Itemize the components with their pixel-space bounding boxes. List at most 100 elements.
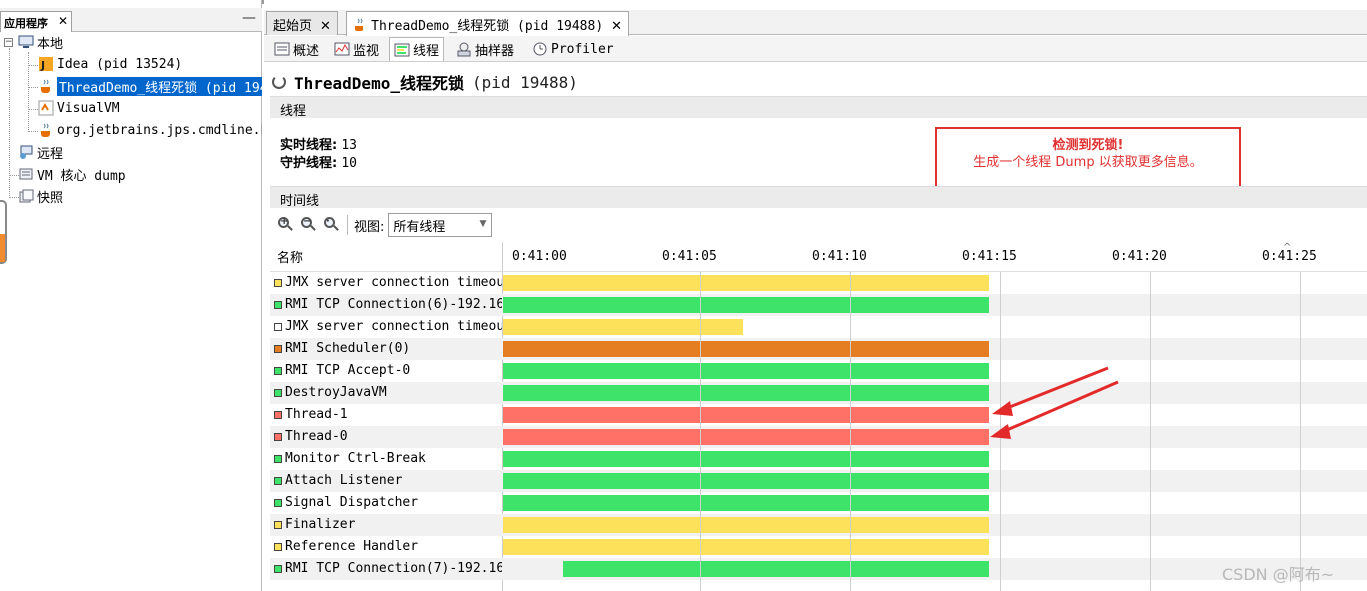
- close-icon[interactable]: ✕: [320, 19, 331, 34]
- tab-sampler[interactable]: 抽样器: [452, 37, 518, 61]
- thread-state-bar[interactable]: [503, 319, 743, 335]
- monitor-icon: [334, 41, 350, 57]
- time-gridline: [700, 272, 701, 591]
- thread-rows: JMX server connection timeout 19 RMI TCP …: [270, 272, 1367, 591]
- thread-row[interactable]: JMX server connection timeout 20: [270, 316, 1367, 338]
- thread-row[interactable]: Monitor Ctrl-Break: [270, 448, 1367, 470]
- tab-threaddemo[interactable]: ThreadDemo_线程死锁 (pid 19488) ✕: [346, 11, 630, 36]
- tree-node-remote[interactable]: 远程: [18, 142, 63, 162]
- thread-state-bar[interactable]: [503, 539, 989, 555]
- name-column-header[interactable]: 名称: [270, 242, 502, 272]
- tree-node-visualvm[interactable]: VisualVM: [38, 98, 120, 118]
- tab-threads[interactable]: 线程: [389, 37, 445, 61]
- thread-name-label: Monitor Ctrl-Break: [285, 451, 426, 466]
- view-select[interactable]: 所有线程 ▼: [388, 213, 493, 237]
- java-cup-icon: [38, 78, 54, 94]
- svg-text:J: J: [40, 59, 45, 72]
- side-dock-marker: [0, 234, 5, 262]
- thread-row[interactable]: JMX server connection timeout 19: [270, 272, 1367, 294]
- thread-state-bar[interactable]: [503, 275, 989, 291]
- time-tick-label: 0:41:10: [812, 249, 867, 264]
- thread-state-swatch: [274, 542, 282, 551]
- section-title: 时间线: [280, 194, 320, 209]
- thread-state-bar[interactable]: [503, 407, 989, 423]
- tree-node-idea[interactable]: J Idea (pid 13524): [38, 54, 182, 74]
- time-tick-label: 0:41:00: [512, 249, 567, 264]
- threads-section-header[interactable]: 线程: [270, 96, 1367, 119]
- side-dock-handle[interactable]: [0, 200, 7, 264]
- thread-row[interactable]: Thread-1: [270, 404, 1367, 426]
- minimize-icon[interactable]: —: [242, 10, 256, 26]
- thread-state-bar[interactable]: [503, 297, 989, 313]
- thread-row[interactable]: RMI TCP Accept-0: [270, 360, 1367, 382]
- thread-row[interactable]: RMI Scheduler(0): [270, 338, 1367, 360]
- deadlock-alert: 检测到死锁! 生成一个线程 Dump 以获取更多信息。: [935, 127, 1241, 191]
- thread-row[interactable]: RMI TCP Connection(7)-192.168.1.1: [270, 558, 1367, 580]
- thread-state-bar[interactable]: [503, 385, 989, 401]
- tab-start-page[interactable]: 起始页 ✕: [266, 11, 338, 35]
- thread-state-bar[interactable]: [563, 561, 989, 577]
- thread-name: JMX server connection timeout 20: [274, 319, 502, 334]
- refresh-icon: [272, 75, 286, 89]
- tree-node-jps-launcher[interactable]: org.jetbrains.jps.cmdline.Launcher: [38, 120, 262, 140]
- zoom-in-icon[interactable]: +: [276, 216, 294, 234]
- thread-state-bar[interactable]: [503, 517, 989, 533]
- tree-node-label: 本地: [37, 36, 64, 52]
- thread-row[interactable]: Signal Dispatcher: [270, 492, 1367, 514]
- time-gridline: [1300, 272, 1301, 591]
- deadlock-alert-message[interactable]: 生成一个线程 Dump 以获取更多信息。: [937, 154, 1239, 171]
- thread-name-label: Thread-1: [285, 407, 348, 422]
- intellij-icon: J: [38, 56, 54, 72]
- close-icon[interactable]: ✕: [611, 19, 622, 34]
- threads-icon: [394, 42, 410, 58]
- thread-state-bar[interactable]: [503, 495, 989, 511]
- tree-node-label: 远程: [37, 146, 64, 162]
- thread-name: Finalizer: [274, 517, 502, 532]
- thread-state-bar[interactable]: [503, 341, 989, 357]
- thread-state-swatch: [274, 366, 282, 375]
- collapse-icon[interactable]: −: [4, 38, 13, 47]
- tree-node-local[interactable]: 本地: [18, 32, 63, 52]
- tree-node-snapshots[interactable]: 快照: [18, 186, 63, 206]
- thread-name: RMI TCP Connection(6)-192.168.1.1: [274, 297, 502, 312]
- applications-tab[interactable]: 应用程序 ✕: [0, 11, 72, 32]
- profiler-icon: [532, 41, 548, 57]
- view-select-value: 所有线程: [393, 220, 446, 235]
- java-cup-icon: [38, 122, 54, 138]
- close-icon[interactable]: ✕: [58, 14, 68, 28]
- tab-profiler[interactable]: Profiler: [528, 37, 618, 61]
- snapshot-icon: [18, 188, 34, 204]
- thread-state-bar[interactable]: [503, 473, 989, 489]
- thread-name-label: RMI Scheduler(0): [285, 341, 411, 356]
- thread-state-swatch: [274, 432, 282, 441]
- thread-state-swatch: [274, 520, 282, 529]
- tree-connector: [28, 65, 38, 66]
- thread-row[interactable]: Thread-0: [270, 426, 1367, 448]
- tab-monitor[interactable]: 监视: [330, 37, 383, 61]
- thread-name-label: Signal Dispatcher: [285, 495, 419, 510]
- thread-row[interactable]: Finalizer: [270, 514, 1367, 536]
- overview-icon: [274, 41, 290, 57]
- thread-row[interactable]: Reference Handler: [270, 536, 1367, 558]
- tree-node-label: VisualVM: [57, 100, 120, 116]
- thread-state-bar[interactable]: [503, 429, 989, 445]
- tree-node-core-dump[interactable]: VM 核心 dump: [18, 164, 126, 184]
- zoom-fit-icon[interactable]: ·: [322, 216, 340, 234]
- thread-state-bar[interactable]: [503, 451, 989, 467]
- main-panel: 起始页 ✕ ThreadDemo_线程死锁 (pid 19488) ✕ 概述 监视 …: [264, 0, 1367, 591]
- timeline-grid: 名称 ^ 0:41:00 0:41:05 0:41:10 0:41:15 0:41:20…: [270, 242, 1367, 591]
- thread-state-swatch: [274, 454, 282, 463]
- tree-node-threaddemo[interactable]: ThreadDemo_线程死锁 (pid 19488): [38, 76, 262, 96]
- thread-row[interactable]: DestroyJavaVM: [270, 382, 1367, 404]
- tab-overview[interactable]: 概述: [270, 37, 323, 61]
- zoom-out-icon[interactable]: −: [299, 216, 317, 234]
- thread-row[interactable]: Attach Listener: [270, 470, 1367, 492]
- watermark: CSDN @阿布~: [1222, 565, 1335, 584]
- thread-name-label: Attach Listener: [285, 473, 403, 488]
- toolbar-separator: [347, 215, 348, 235]
- thread-row[interactable]: RMI TCP Connection(6)-192.168.1.1: [270, 294, 1367, 316]
- thread-name: Monitor Ctrl-Break: [274, 451, 502, 466]
- thread-state-bar[interactable]: [503, 363, 989, 379]
- thread-name-label: RMI TCP Connection(7)-192.168.1.1: [285, 561, 502, 576]
- timeline-section-header[interactable]: 时间线: [270, 186, 1367, 209]
